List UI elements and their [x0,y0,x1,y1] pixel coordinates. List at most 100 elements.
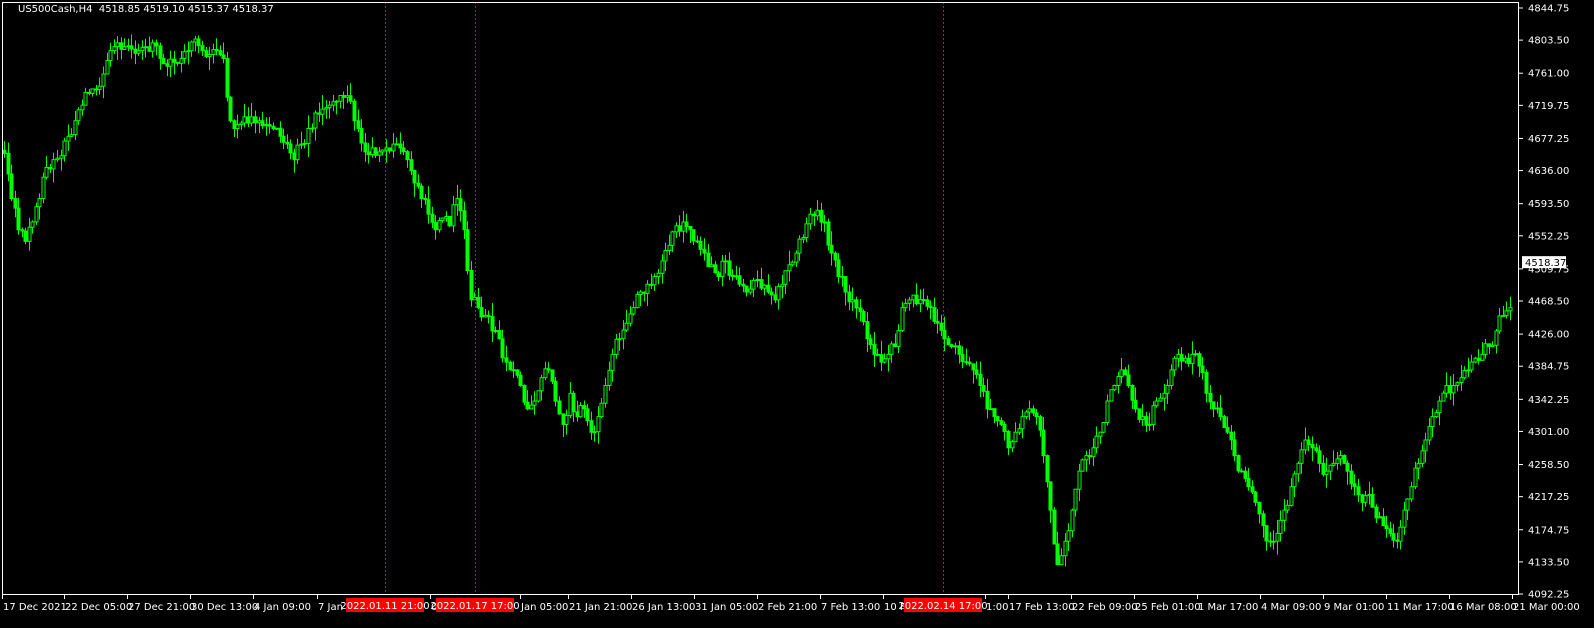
candle-body [1080,459,1085,472]
price-axis[interactable]: 4844.75 4803.50 4761.00 4719.75 4677.25 4636.… [1519,4,1569,601]
candle-body [709,264,714,268]
candle-body [447,215,452,227]
candle-body [348,95,353,102]
candle-body [1211,401,1216,410]
candle-body [995,416,1000,422]
candle-body [702,248,707,254]
candle-body [815,209,820,217]
candle-body [260,120,265,127]
candle-body [493,330,498,333]
candle-body [465,229,470,271]
candle-body [1253,491,1258,503]
candle-body [1296,462,1301,475]
x-tick-label: 17 Dec 2021 [3,602,67,613]
candle-body [1381,516,1386,527]
candle-body [1246,477,1251,488]
candle-body [320,108,325,115]
candle-body [607,369,612,386]
candle-body [1169,369,1174,386]
candle-body [727,260,732,276]
candle-body [1476,357,1481,361]
candle-body [1204,372,1209,394]
candle-body [341,94,346,98]
current-price-tag-label: 4518.37 [1525,258,1566,269]
candle-body [451,204,456,227]
candle-body [76,109,81,122]
candle-body [766,284,771,293]
x-tick-label: Jan 05:00 [520,602,568,613]
candle-body [1331,462,1336,466]
candle-body [398,143,403,149]
candle-body [1140,416,1145,420]
candle-body [762,284,767,289]
candle-body [249,116,254,124]
candle-body [578,405,583,418]
candle-body [1151,405,1156,425]
candle-body [684,221,689,228]
candle-body [755,279,760,282]
x-tick-label: 21 Mar 00:00 [1513,602,1580,613]
candle-body [564,414,569,425]
candle-body [713,264,718,274]
candle-body [603,384,608,404]
candle-body [476,296,481,309]
x-tick-label: 11 Mar 17:00 [1387,602,1454,613]
candle-body [235,124,240,130]
candle-body [1356,486,1361,496]
candle-body [1144,416,1149,426]
candle-body [1420,450,1425,464]
candle-body [373,147,378,156]
candle-body [9,173,14,200]
candle-body [804,223,809,239]
candle-body [1292,473,1297,488]
candle-body [1490,344,1495,348]
candle-body [377,151,382,156]
candle-body [37,198,42,208]
candle-body [1172,357,1177,371]
candle-body [359,128,364,144]
candle-body [797,238,802,254]
candle-body [363,142,368,153]
candle-body [539,377,544,392]
price-chart[interactable]: 4844.75 4803.50 4761.00 4719.75 4677.25 4636.… [0,0,1594,628]
candle-body [967,361,972,365]
y-tick-label: 4174.75 [1528,525,1569,536]
candle-body [380,149,385,153]
time-axis[interactable]: 17 Dec 202122 Dec 05:0027 Dec 21:0030 De… [2,595,1580,613]
candle-body [1101,422,1106,433]
candle-body [267,124,272,127]
candle-body [419,185,424,200]
candle-body [80,104,85,111]
y-tick-label: 4258.50 [1528,460,1569,471]
candle-body [882,358,887,363]
candle-body [433,221,438,231]
candle-body [667,244,672,252]
candle-body [1413,467,1418,488]
candle-body [405,151,410,161]
candle-body [971,363,976,371]
candle-body [1119,369,1124,378]
candle-body [1370,494,1375,508]
x-tick-label: 7 Feb 13:00 [821,602,880,613]
candle-body [914,294,919,305]
candle-body [978,373,983,386]
candle-body [999,420,1004,425]
candle-body [1289,486,1294,506]
candle-body [518,374,523,386]
candle-body [1451,384,1456,394]
candle-body [1384,525,1389,530]
candle-body [1345,462,1350,472]
candle-body [1271,540,1276,543]
candle-body [242,116,247,124]
candle-body [274,127,279,130]
candle-body [430,213,435,223]
candle-body [136,50,141,54]
candle-body [225,57,230,98]
candle-body [1133,399,1138,410]
y-tick-label: 4301.00 [1528,427,1569,438]
candle-body [228,96,233,122]
x-tick-label: 30 Dec 13:00 [191,602,258,613]
candle-body [670,231,675,246]
candle-body [953,345,958,348]
candle-body [652,275,657,286]
